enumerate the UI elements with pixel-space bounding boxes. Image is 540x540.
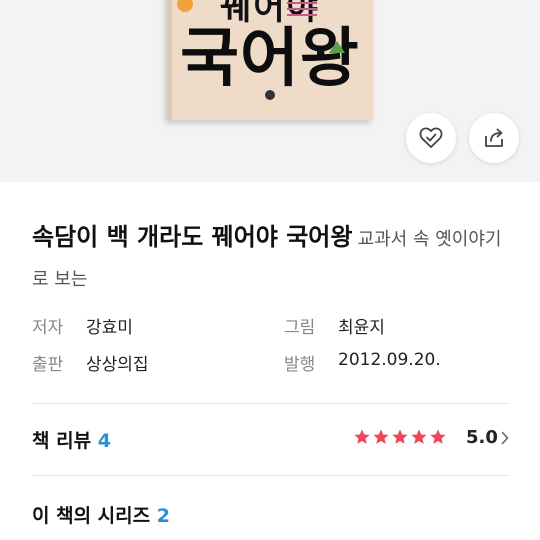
publish-date-value: 2012.09.20. bbox=[338, 350, 441, 370]
rating-stars[interactable] bbox=[353, 428, 447, 446]
share-button[interactable] bbox=[469, 113, 519, 163]
series-count: 2 bbox=[156, 505, 170, 527]
star-icon bbox=[354, 429, 370, 444]
star-icon bbox=[411, 429, 427, 444]
book-reviews-heading[interactable]: 책 리뷰 4 bbox=[32, 426, 111, 453]
rating-value: 5.0 bbox=[466, 427, 498, 448]
publisher-logo bbox=[265, 90, 275, 100]
book-title: 속담이 백 개라도 꿰어야 국어왕 bbox=[32, 223, 353, 251]
reviews-count: 4 bbox=[97, 430, 111, 452]
star-icon bbox=[373, 429, 389, 444]
publisher-value[interactable]: 상상의집 bbox=[86, 350, 149, 375]
like-button[interactable] bbox=[406, 113, 456, 163]
author-label: 저자 bbox=[32, 318, 64, 338]
publish-date-label: 발행 bbox=[284, 355, 316, 375]
author-value[interactable]: 강효미 bbox=[86, 313, 133, 338]
book-cover-area: 꿰어야 국어왕 bbox=[0, 0, 540, 182]
book-cover-image[interactable]: 꿰어야 국어왕 bbox=[167, 0, 373, 120]
book-title-block: 속담이 백 개라도 꿰어야 국어왕 교과서 속 옛이야기로 보는 bbox=[32, 217, 512, 300]
illustrator-label: 그림 bbox=[284, 318, 316, 338]
publisher-label: 출판 bbox=[32, 355, 64, 375]
cover-small-text bbox=[287, 0, 317, 22]
cover-main-title: 국어왕 bbox=[180, 22, 360, 96]
divider bbox=[32, 475, 508, 476]
divider bbox=[32, 403, 508, 404]
reviews-label: 책 리뷰 bbox=[32, 430, 92, 452]
heart-check-icon bbox=[419, 127, 443, 148]
cover-decoration-mountain bbox=[329, 41, 345, 53]
share-icon bbox=[485, 128, 503, 147]
series-label: 이 책의 시리즈 bbox=[32, 505, 151, 527]
book-series-heading[interactable]: 이 책의 시리즈 2 bbox=[32, 501, 170, 528]
illustrator-value[interactable]: 최윤지 bbox=[338, 313, 385, 338]
chevron-right-icon[interactable] bbox=[500, 430, 510, 446]
star-icon bbox=[392, 429, 408, 444]
star-icon bbox=[430, 429, 446, 444]
